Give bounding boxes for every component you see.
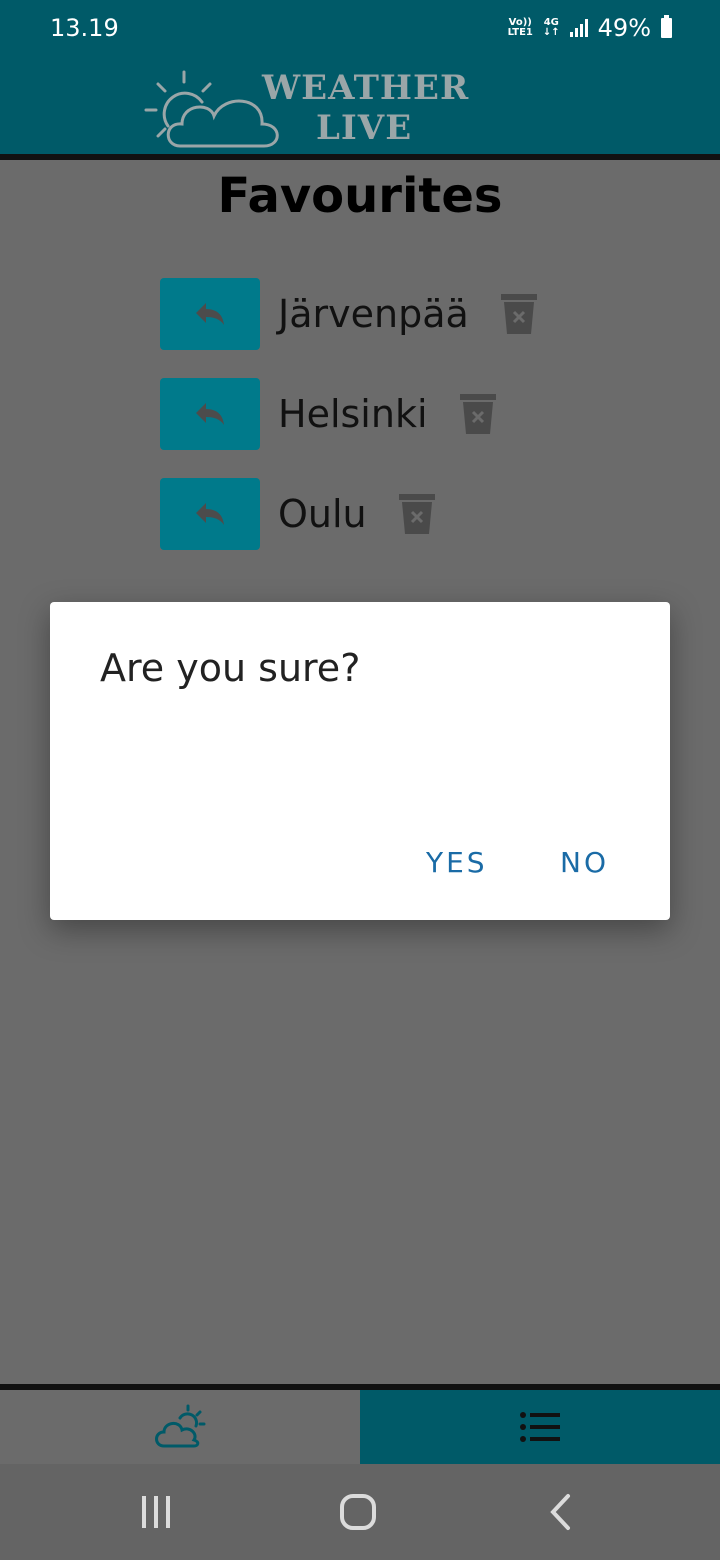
logo-line1: WEATHER	[262, 68, 470, 108]
volte-indicator: Vo)) LTE1	[508, 18, 533, 38]
open-location-button[interactable]	[160, 478, 260, 550]
home-icon	[340, 1494, 376, 1530]
location-name: Oulu	[278, 492, 367, 536]
status-time: 13.19	[50, 14, 119, 42]
back-button[interactable]	[520, 1484, 600, 1540]
reply-arrow-icon	[196, 303, 224, 325]
logo-line2: LIVE	[316, 108, 413, 148]
list-item: Helsinki	[160, 378, 498, 450]
recent-apps-icon	[142, 1496, 170, 1528]
confirm-dialog: Are you sure? YES NO	[50, 602, 670, 920]
list-icon	[520, 1412, 560, 1442]
back-icon	[550, 1494, 570, 1530]
list-item: Järvenpää	[160, 278, 539, 350]
network-type-indicator: 4G ↓↑	[543, 18, 560, 38]
status-bar: 13.19 Vo)) LTE1 4G ↓↑ 49%	[0, 0, 720, 60]
signal-icon	[569, 19, 588, 37]
location-name: Järvenpää	[278, 292, 469, 336]
header-divider	[0, 154, 720, 160]
home-button[interactable]	[318, 1484, 398, 1540]
battery-icon	[661, 15, 672, 38]
recent-apps-button[interactable]	[116, 1484, 196, 1540]
no-button[interactable]: NO	[560, 846, 609, 879]
trash-icon[interactable]	[397, 492, 437, 536]
open-location-button[interactable]	[160, 278, 260, 350]
tab-favourites[interactable]	[360, 1390, 720, 1464]
system-nav-bar	[0, 1464, 720, 1560]
tab-weather[interactable]	[0, 1390, 360, 1464]
reply-arrow-icon	[196, 503, 224, 525]
battery-percent: 49%	[597, 14, 651, 42]
reply-arrow-icon	[196, 403, 224, 425]
yes-button[interactable]: YES	[426, 846, 488, 879]
dialog-message: Are you sure?	[100, 646, 361, 690]
status-icons: Vo)) LTE1 4G ↓↑ 49%	[508, 14, 672, 42]
list-item: Oulu	[160, 478, 437, 550]
trash-icon[interactable]	[458, 392, 498, 436]
trash-icon[interactable]	[499, 292, 539, 336]
lte-label: LTE1	[507, 27, 533, 38]
app-logo: WEATHER LIVE	[140, 66, 470, 152]
partly-cloudy-icon	[155, 1404, 206, 1448]
open-location-button[interactable]	[160, 378, 260, 450]
data-arrows-icon: ↓↑	[542, 27, 560, 38]
page-title: Favourites	[217, 168, 503, 224]
location-name: Helsinki	[278, 392, 428, 436]
